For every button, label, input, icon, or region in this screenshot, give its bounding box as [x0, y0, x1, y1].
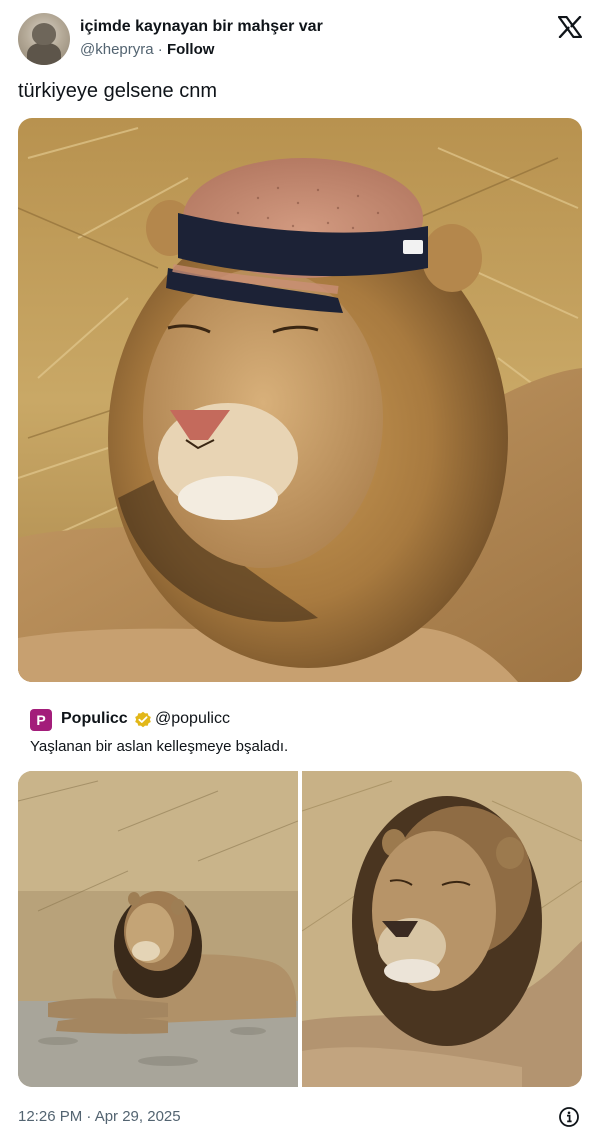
tweet-header: içimde kaynayan bir mahşer var @khepryra…	[18, 12, 582, 68]
follow-button[interactable]: Follow	[167, 41, 215, 58]
avatar-figure-head	[32, 23, 56, 45]
lion-closeup-image	[302, 771, 582, 1087]
avatar-figure-body	[27, 43, 61, 65]
author-handle-row: @khepryra · Follow	[80, 41, 214, 58]
author-handle[interactable]: @khepryra	[80, 41, 154, 58]
quoted-handle[interactable]: @populicc	[155, 710, 230, 728]
quoted-display-name[interactable]: Populicc	[61, 710, 128, 728]
quoted-photo-2[interactable]	[302, 771, 582, 1087]
quoted-logo-letter: P	[36, 712, 46, 728]
lion-lying-image	[18, 771, 298, 1087]
tweet-photo[interactable]	[18, 118, 582, 682]
author-display-name[interactable]: içimde kaynayan bir mahşer var	[80, 18, 323, 36]
tweet-timestamp[interactable]: 12:26 PM · Apr 29, 2025	[18, 1108, 181, 1125]
quoted-tweet-header[interactable]: P Populicc @populicc	[30, 708, 570, 732]
quoted-tweet-text: Yaşlanan bir aslan kelleşmeye bşaladı.	[30, 738, 289, 755]
lion-bandana-image	[18, 118, 582, 682]
quoted-photo-1[interactable]	[18, 771, 298, 1087]
populicc-logo-icon[interactable]: P	[30, 709, 52, 731]
tweet-text: türkiyeye gelsene cnm	[18, 80, 217, 102]
author-avatar[interactable]	[18, 13, 70, 65]
verified-badge-icon	[135, 711, 151, 728]
handle-separator: ·	[157, 41, 167, 58]
x-logo-icon[interactable]	[558, 16, 582, 38]
info-icon[interactable]	[558, 1106, 580, 1128]
